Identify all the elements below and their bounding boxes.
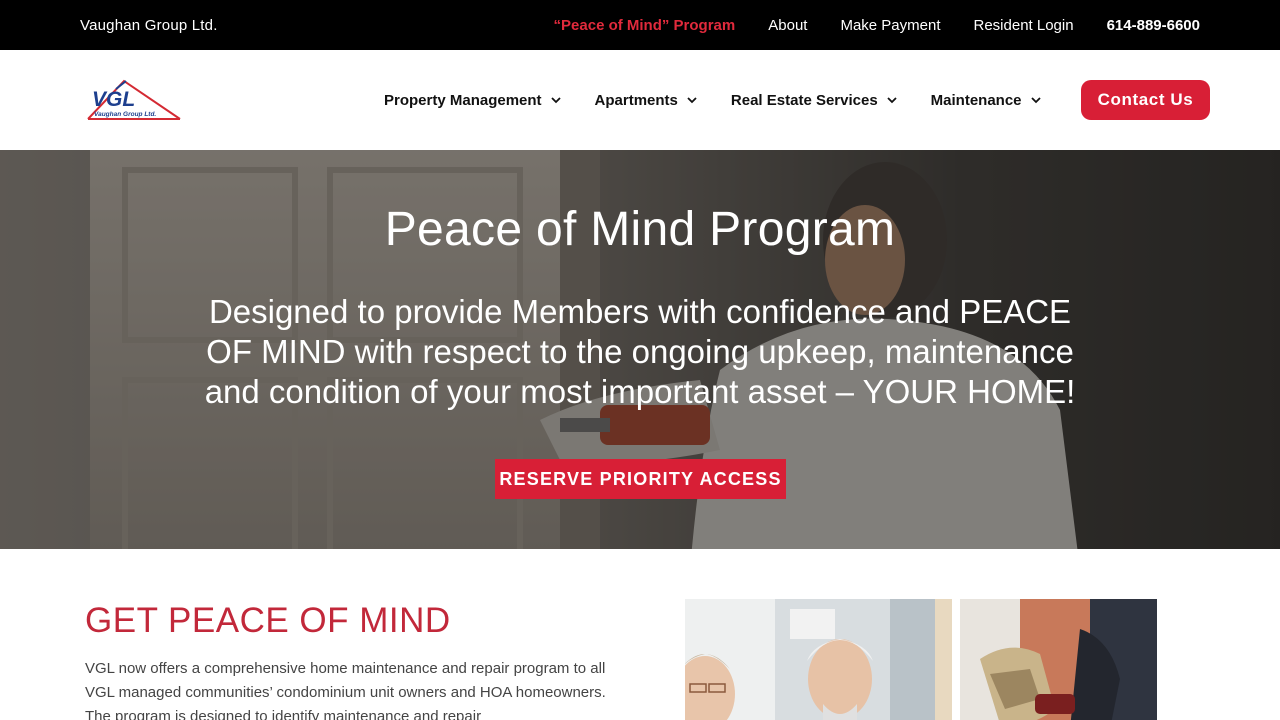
nav-item-maintenance[interactable]: Maintenance bbox=[931, 92, 1042, 109]
top-utility-bar: Vaughan Group Ltd. “Peace of Mind” Progr… bbox=[0, 0, 1280, 50]
chevron-down-icon bbox=[887, 97, 897, 104]
reserve-priority-access-button[interactable]: RESERVE PRIORITY ACCESS bbox=[495, 459, 786, 499]
peace-of-mind-link[interactable]: “Peace of Mind” Program bbox=[554, 17, 736, 34]
main-nav: Property Management Apartments Real Esta… bbox=[384, 50, 1075, 150]
nav-item-label: Property Management bbox=[384, 91, 542, 109]
chevron-down-icon bbox=[687, 97, 697, 104]
contact-us-button[interactable]: Contact Us bbox=[1081, 80, 1210, 120]
vgl-logo[interactable]: VGL Vaughan Group Ltd. bbox=[86, 77, 182, 123]
chevron-down-icon bbox=[550, 97, 561, 104]
couple-photo bbox=[685, 599, 952, 720]
hero-banner: Peace of Mind Program Designed to provid… bbox=[0, 150, 1280, 549]
hero-subtitle: Designed to provide Members with confide… bbox=[204, 293, 1076, 410]
svg-text:VGL: VGL bbox=[92, 88, 135, 111]
nav-item-label: Maintenance bbox=[930, 91, 1022, 109]
hero-title: Peace of Mind Program bbox=[384, 203, 896, 256]
couple-photo-image bbox=[685, 599, 952, 720]
resident-login-link[interactable]: Resident Login bbox=[974, 17, 1074, 34]
utility-nav: “Peace of Mind” Program About Make Payme… bbox=[554, 17, 1200, 34]
worker-gloves-photo bbox=[960, 599, 1157, 720]
nav-item-label: Apartments bbox=[594, 91, 678, 109]
make-payment-link[interactable]: Make Payment bbox=[840, 17, 940, 34]
section-body-text: VGL now offers a comprehensive home main… bbox=[85, 660, 606, 720]
nav-item-property-management[interactable]: Property Management bbox=[384, 92, 562, 109]
section-heading: GET PEACE OF MIND bbox=[85, 601, 451, 640]
nav-item-label: Real Estate Services bbox=[730, 91, 878, 109]
phone-link[interactable]: 614-889-6600 bbox=[1107, 17, 1200, 34]
worker-gloves-photo-image bbox=[960, 599, 1157, 720]
nav-item-real-estate-services[interactable]: Real Estate Services bbox=[731, 92, 898, 109]
chevron-down-icon bbox=[1030, 97, 1041, 104]
vgl-logo-mark: VGL Vaughan Group Ltd. bbox=[87, 79, 181, 120]
nav-item-apartments[interactable]: Apartments bbox=[595, 92, 698, 109]
company-name: Vaughan Group Ltd. bbox=[80, 16, 218, 34]
get-peace-of-mind-section: GET PEACE OF MIND VGL now offers a compr… bbox=[0, 549, 1280, 720]
site-header: VGL Vaughan Group Ltd. Property Manageme… bbox=[0, 50, 1280, 150]
about-link[interactable]: About bbox=[768, 17, 807, 34]
svg-text:Vaughan Group Ltd.: Vaughan Group Ltd. bbox=[94, 111, 156, 118]
